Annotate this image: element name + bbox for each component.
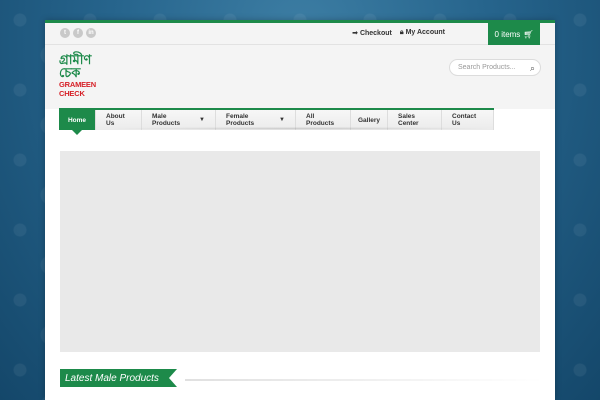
account-links: ➡ Checkout 🔒︎ My Account xyxy=(352,29,445,37)
cart-count: 0 items xyxy=(494,29,521,39)
social-links: t f in xyxy=(60,28,96,38)
logo-english-text: GRAMEEN CHECK xyxy=(59,80,96,98)
chevron-down-icon: ▼ xyxy=(279,117,285,123)
hero-slider[interactable] xyxy=(60,151,540,352)
nav-item-home[interactable]: Home xyxy=(59,110,96,135)
linkedin-icon[interactable]: in xyxy=(86,28,96,38)
nav-label: Female Products xyxy=(226,113,255,127)
section-title-text: Latest Male Products xyxy=(65,372,159,384)
search-input[interactable]: Search Products... ⌕ xyxy=(449,59,541,76)
nav-label: Gallery xyxy=(357,116,381,124)
facebook-icon[interactable]: f xyxy=(73,28,83,38)
cart-button[interactable]: 0 items 🛒︎ xyxy=(488,20,540,53)
account-label: My Account xyxy=(405,29,445,36)
search-placeholder: Search Products... xyxy=(458,64,516,71)
page-container: t f in ➡ Checkout 🔒︎ My Account 0 items 🛒︎… xyxy=(45,20,555,400)
twitter-icon[interactable]: t xyxy=(60,28,70,38)
logo-bangla-text: গ্রামীণ চেক xyxy=(59,53,92,81)
top-bar: t f in ➡ Checkout 🔒︎ My Account 0 items 🛒︎ xyxy=(45,20,555,53)
checkout-link[interactable]: ➡ Checkout xyxy=(352,29,392,37)
nav-label: Home xyxy=(67,116,87,124)
shopping-cart-icon: 🛒︎ xyxy=(523,29,534,39)
nav-label: Sales Center xyxy=(398,113,419,127)
section-title: Latest Male Products xyxy=(60,369,177,387)
nav-label: All Products xyxy=(306,113,335,127)
arrow-right-icon: ➡ xyxy=(352,30,358,37)
header-divider xyxy=(105,127,495,130)
nav-label: Male Products xyxy=(152,113,181,127)
search-icon[interactable]: ⌕ xyxy=(530,61,535,76)
lock-icon: 🔒︎ xyxy=(399,29,404,36)
my-account-link[interactable]: 🔒︎ My Account xyxy=(400,29,445,37)
section-divider xyxy=(185,379,545,381)
chevron-down-icon: ▼ xyxy=(199,117,205,123)
nav-label: Contact Us xyxy=(452,113,477,127)
header: গ্রামীণ চেক GRAMEEN CHECK Search Product… xyxy=(45,45,555,135)
nav-label: About Us xyxy=(106,113,125,127)
checkout-label: Checkout xyxy=(359,30,392,37)
site-logo[interactable]: গ্রামীণ চেক GRAMEEN CHECK xyxy=(59,53,117,98)
